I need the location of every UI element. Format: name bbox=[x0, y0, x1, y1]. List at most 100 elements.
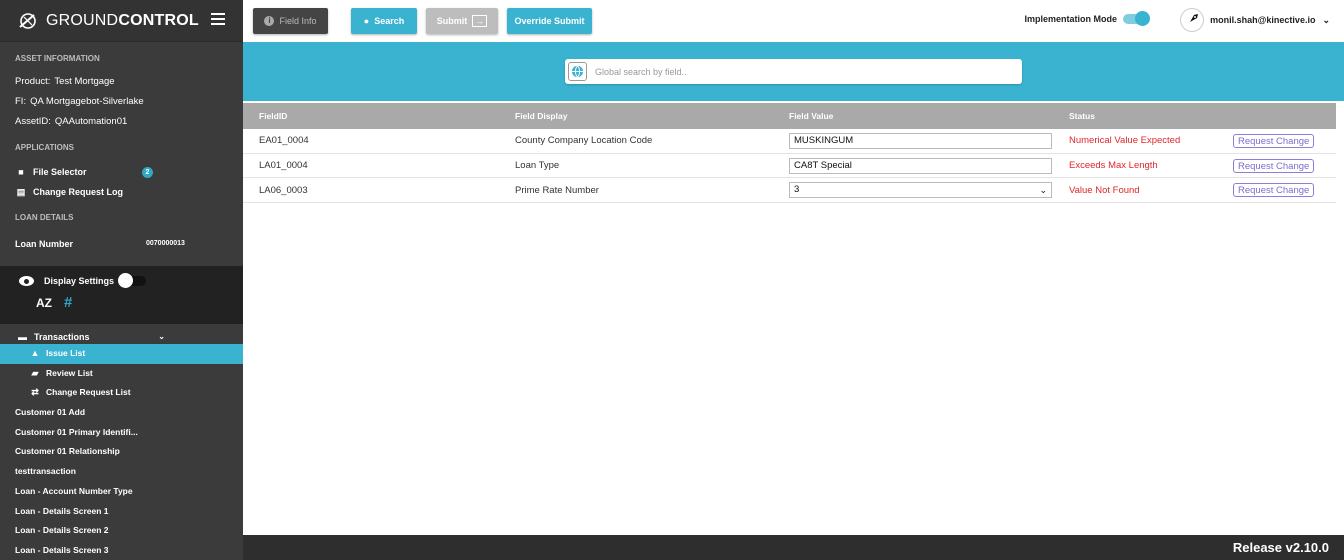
asset-value: QAAutomation01 bbox=[54, 116, 128, 127]
logo: GROUNDCONTROL bbox=[0, 0, 243, 42]
transactions-section: ▬ Transactions ⌄ ▲ Issue List ▰ Review L… bbox=[0, 330, 243, 560]
field-info-button[interactable]: i Field Info bbox=[253, 8, 328, 34]
top-toolbar: i Field Info ● Search Submit → Override … bbox=[243, 0, 1344, 42]
display-settings-toggle[interactable] bbox=[118, 273, 147, 288]
submit-button[interactable]: Submit → bbox=[426, 8, 498, 34]
header-status: Status bbox=[1069, 111, 1095, 121]
transaction-item-label: Loan - Details Screen 2 bbox=[15, 525, 109, 536]
eye-icon bbox=[19, 276, 34, 286]
transactions-icon: ▬ bbox=[18, 332, 27, 342]
header-field-display: Field Display bbox=[515, 111, 568, 121]
release-version: Release v2.10.0 bbox=[1232, 540, 1329, 555]
product-value: Test Mortgage bbox=[54, 76, 115, 87]
asset-info-header: ASSET INFORMATION bbox=[15, 54, 100, 63]
brand-name: GROUNDCONTROL bbox=[46, 11, 199, 29]
loan-number-line: Loan Number 0070000013 bbox=[0, 234, 243, 254]
table-row: EA01_0004 County Company Location Code M… bbox=[243, 129, 1336, 154]
transaction-item-label: Customer 01 Add bbox=[15, 407, 86, 418]
search-label: Search bbox=[374, 16, 405, 26]
app: GROUNDCONTROL ASSET INFORMATION Product:… bbox=[0, 0, 1344, 560]
field-display: County Company Location Code bbox=[515, 135, 653, 147]
review-list-label: Review List bbox=[46, 367, 93, 378]
submit-label: Submit bbox=[436, 16, 468, 26]
sort-az-icon[interactable]: AZ bbox=[36, 296, 52, 310]
status-text: Exceeds Max Length bbox=[1069, 160, 1158, 172]
user-icon: ● bbox=[363, 16, 370, 26]
table-header: FieldID Field Display Field Value Status bbox=[243, 103, 1336, 129]
table-row: LA01_0004 Loan Type CA8T Special Exceeds… bbox=[243, 154, 1336, 179]
change-request-log-link[interactable]: ▤ Change Request Log bbox=[0, 182, 243, 202]
change-request-log-label: Change Request Log bbox=[33, 187, 124, 197]
display-settings-label: Display Settings bbox=[44, 276, 115, 286]
satellite-logo-icon bbox=[19, 12, 36, 29]
footer: Release v2.10.0 bbox=[243, 535, 1344, 560]
transaction-item-label: Loan - Details Screen 3 bbox=[15, 544, 109, 555]
compare-icon: ⇄ bbox=[31, 387, 39, 398]
request-change-button[interactable]: Request Change bbox=[1233, 133, 1315, 148]
folder-icon: ■ bbox=[18, 167, 24, 177]
override-submit-label: Override Submit bbox=[514, 16, 585, 26]
field-id: EA01_0004 bbox=[259, 135, 309, 147]
transaction-item[interactable]: Loan - Details Screen 3 bbox=[0, 541, 243, 560]
asset-label: AssetID: bbox=[15, 116, 51, 127]
rocket-avatar-icon bbox=[1180, 8, 1205, 32]
issue-list-label: Issue List bbox=[46, 348, 86, 358]
user-menu[interactable]: monil.shah@kinective.io ⌄ bbox=[1180, 8, 1330, 32]
implementation-mode: Implementation Mode bbox=[1024, 11, 1150, 26]
transactions-toggle[interactable]: ▬ Transactions ⌄ bbox=[0, 330, 243, 344]
transaction-item[interactable]: Customer 01 Relationship bbox=[0, 442, 243, 462]
override-submit-button[interactable]: Override Submit bbox=[507, 8, 592, 34]
loan-details-header: LOAN DETAILS bbox=[15, 213, 74, 222]
sort-hash-icon[interactable]: # bbox=[64, 294, 72, 311]
fi-value: QA Mortgagebot-Silverlake bbox=[30, 96, 144, 107]
header-field-value: Field Value bbox=[789, 111, 834, 121]
table-row: LA06_0003 Prime Rate Number 3 ⌄ Value No… bbox=[243, 178, 1336, 204]
menu-hamburger-icon[interactable] bbox=[211, 13, 225, 25]
field-value-input[interactable]: MUSKINGUM bbox=[789, 132, 1052, 149]
issue-list-link[interactable]: ▲ Issue List bbox=[0, 344, 243, 364]
transaction-item[interactable]: Customer 01 Primary Identifi... bbox=[0, 423, 243, 443]
field-display: Prime Rate Number bbox=[515, 184, 599, 196]
file-selector-link[interactable]: ■ File Selector 2 bbox=[0, 162, 243, 182]
fi-label: FI: bbox=[15, 96, 27, 107]
search-banner bbox=[243, 42, 1344, 101]
review-icon: ▰ bbox=[31, 367, 39, 378]
info-icon: i bbox=[264, 16, 275, 26]
request-change-button[interactable]: Request Change bbox=[1233, 183, 1315, 198]
loan-number-label: Loan Number bbox=[15, 239, 74, 249]
transaction-item[interactable]: testtransaction bbox=[0, 462, 243, 482]
user-email: monil.shah@kinective.io bbox=[1210, 15, 1316, 25]
issue-table: FieldID Field Display Field Value Status… bbox=[243, 103, 1336, 204]
fi-line: FI: QA Mortgagebot-Silverlake bbox=[0, 92, 243, 112]
implementation-mode-toggle[interactable] bbox=[1123, 11, 1150, 26]
transaction-item-label: Loan - Account Number Type bbox=[15, 485, 133, 496]
product-label: Product: bbox=[15, 76, 51, 87]
transaction-item-label: Loan - Details Screen 1 bbox=[15, 505, 109, 516]
globe-icon[interactable] bbox=[568, 62, 587, 81]
field-id: LA01_0004 bbox=[259, 160, 308, 172]
transaction-item[interactable]: Customer 01 Add bbox=[0, 403, 243, 423]
search-button[interactable]: ● Search bbox=[351, 8, 417, 34]
chevron-down-icon: ⌄ bbox=[158, 332, 165, 341]
field-value-select[interactable]: 3 ⌄ bbox=[789, 182, 1052, 199]
product-line: Product: Test Mortgage bbox=[0, 72, 243, 92]
change-request-list-link[interactable]: ⇄ Change Request List bbox=[0, 383, 243, 403]
review-list-link[interactable]: ▰ Review List bbox=[0, 364, 243, 384]
submit-arrow-icon: → bbox=[472, 15, 488, 27]
global-search-input[interactable] bbox=[595, 66, 995, 77]
transaction-item-label: testtransaction bbox=[15, 466, 76, 477]
request-change-button[interactable]: Request Change bbox=[1233, 158, 1315, 173]
field-value-input[interactable]: CA8T Special bbox=[789, 157, 1052, 174]
transaction-item[interactable]: Loan - Account Number Type bbox=[0, 482, 243, 502]
asset-line: AssetID: QAAutomation01 bbox=[0, 112, 243, 132]
log-icon: ▤ bbox=[16, 187, 26, 197]
field-value-text: MUSKINGUM bbox=[794, 134, 854, 146]
global-search bbox=[565, 59, 1022, 84]
status-text: Value Not Found bbox=[1069, 184, 1140, 196]
transaction-item-label: Customer 01 Relationship bbox=[15, 446, 120, 457]
field-display: Loan Type bbox=[515, 160, 560, 172]
transaction-item[interactable]: Loan - Details Screen 2 bbox=[0, 521, 243, 541]
transaction-item[interactable]: Loan - Details Screen 1 bbox=[0, 502, 243, 522]
warning-icon: ▲ bbox=[30, 348, 40, 358]
sidebar: GROUNDCONTROL ASSET INFORMATION Product:… bbox=[0, 0, 243, 560]
